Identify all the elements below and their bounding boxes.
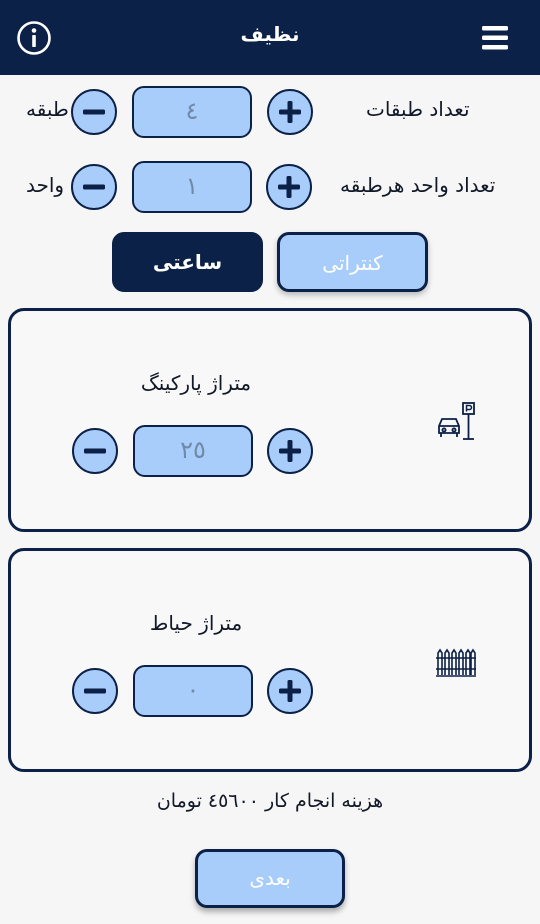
floors-unit-label: طبقه: [26, 97, 69, 121]
minus-icon: [84, 448, 106, 454]
units-unit-label: واحد: [26, 173, 65, 197]
parking-increment-button[interactable]: [267, 428, 313, 474]
yard-title: متراژ حیاط: [149, 611, 243, 635]
parking-decrement-button[interactable]: [72, 428, 118, 474]
units-increment-button[interactable]: [266, 164, 312, 210]
parking-title: متراژ پارکینگ: [140, 371, 252, 395]
yard-increment-button[interactable]: [267, 668, 313, 714]
hourly-button[interactable]: ساعتی: [112, 232, 263, 292]
hamburger-menu-icon[interactable]: [480, 25, 510, 51]
minus-icon: [84, 688, 106, 694]
floors-decrement-button[interactable]: [71, 89, 117, 135]
plus-icon: [278, 176, 300, 198]
parking-value-field[interactable]: ٢٥: [133, 425, 253, 477]
yard-value-field[interactable]: ٠: [133, 665, 253, 717]
parking-card: متراژ پارکینگ ٢٥: [8, 308, 532, 532]
floors-increment-button[interactable]: [267, 89, 313, 135]
minus-icon: [83, 109, 105, 115]
page-title: نظیف: [240, 22, 300, 46]
contract-button[interactable]: کنتراتی: [277, 232, 428, 292]
floors-label: تعداد طبقات: [366, 97, 470, 121]
yard-decrement-button[interactable]: [72, 668, 118, 714]
floors-value-field[interactable]: ٤: [132, 86, 252, 138]
cost-text: هزینه انجام کار ٤٥٦٠٠ تومان: [156, 790, 384, 812]
plus-icon: [279, 440, 301, 462]
minus-icon: [83, 184, 105, 190]
next-button[interactable]: بعدی: [195, 849, 345, 908]
plus-icon: [279, 680, 301, 702]
parking-car-icon: [435, 401, 477, 447]
yard-card: متراژ حیاط ٠: [8, 548, 532, 772]
plus-icon: [279, 101, 301, 123]
units-decrement-button[interactable]: [71, 164, 117, 210]
app-bar: نظیف: [0, 0, 540, 75]
units-label: تعداد واحد هرطبقه: [340, 173, 496, 197]
units-value-field[interactable]: ١: [132, 161, 252, 213]
fence-icon: [435, 647, 477, 683]
